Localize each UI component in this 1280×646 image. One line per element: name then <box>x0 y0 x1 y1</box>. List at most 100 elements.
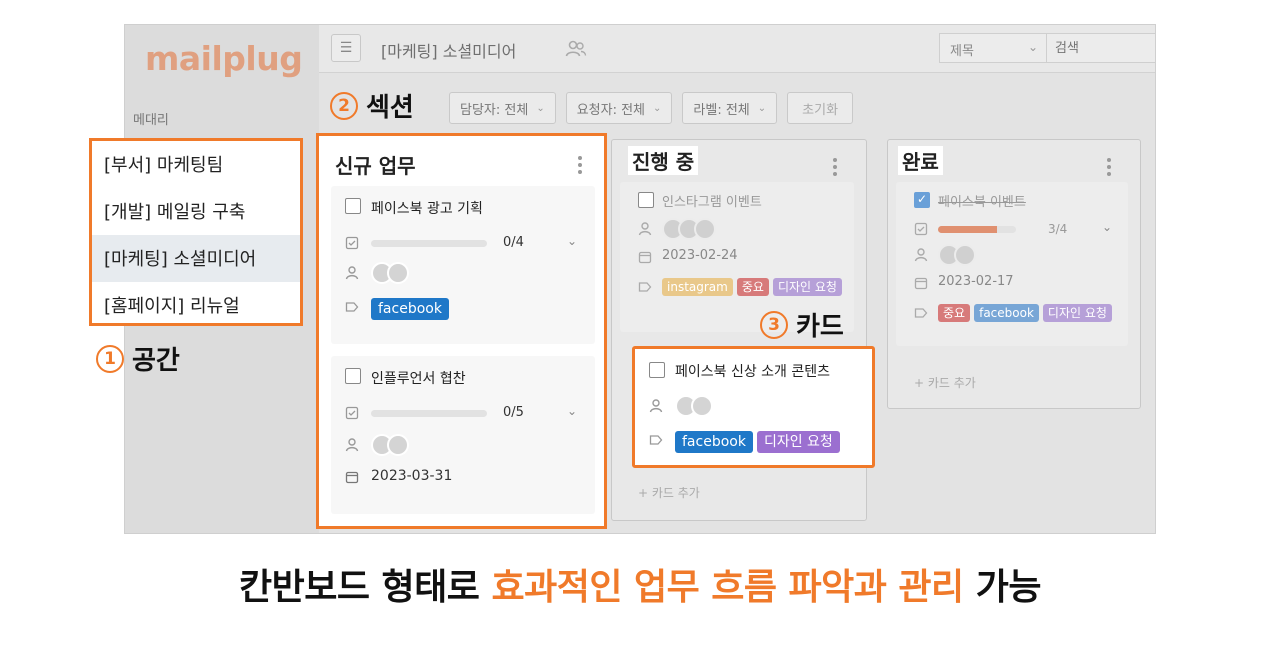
menu-collapse-icon[interactable]: ☰ <box>331 34 361 62</box>
calendar-icon <box>914 277 928 290</box>
card-checkbox-checked[interactable]: ✓ <box>914 192 930 208</box>
assignee-filter-label: 담당자: 전체 <box>460 102 529 118</box>
label-icon <box>914 308 928 318</box>
card-facebook-ad[interactable]: 페이스북 광고 기획 0/4 ⌄ facebook <box>331 186 595 344</box>
due-date: 2023-03-31 <box>371 468 453 484</box>
tag: facebook <box>371 298 449 320</box>
reset-button[interactable]: 초기화 <box>787 92 854 124</box>
column-title: 완료 <box>898 146 943 175</box>
headline-accent: 효과적인 업무 흐름 파악과 관리 <box>491 567 964 608</box>
assignee-avatars <box>371 434 409 456</box>
headline-post: 가능 <box>963 567 1042 608</box>
assignee-filter[interactable]: 담당자: 전체 ⌄ <box>449 92 556 124</box>
callout-label: 카드 <box>796 312 844 342</box>
headline-pre: 칸반보드 형태로 <box>239 567 492 608</box>
column-menu-icon[interactable] <box>1102 158 1116 176</box>
person-icon <box>649 399 663 413</box>
callout-label: 섹션 <box>366 93 414 123</box>
checklist-count: 0/4 <box>503 235 524 250</box>
space-item-mailing-dev[interactable]: [개발] 메일링 구축 <box>92 188 300 235</box>
tag: 디자인 요청 <box>756 431 840 453</box>
card-facebook-event[interactable]: ✓ 페이스북 이벤트 3/4 ⌄ 2023-02-17 중요 facebook … <box>896 182 1128 346</box>
chevron-down-icon[interactable]: ⌄ <box>567 404 577 418</box>
logo: mailplug <box>145 39 303 78</box>
space-item-marketing-team[interactable]: [부서] 마케팅팀 <box>92 141 300 188</box>
checklist-count: 0/5 <box>503 405 524 420</box>
card-checkbox[interactable] <box>345 368 361 384</box>
card-title: 인스타그램 이벤트 <box>662 195 762 210</box>
chevron-down-icon: ⌄ <box>757 102 767 114</box>
topbar: ☰ [마케팅] 소셜미디어 제목 ⌄ <box>319 25 1155 73</box>
column-title: 진행 중 <box>628 146 699 175</box>
column-menu-icon[interactable] <box>573 156 587 174</box>
tag: instagram <box>662 278 733 296</box>
label-icon <box>638 282 652 292</box>
callout-number: 2 <box>330 91 358 120</box>
card-tags: facebook 디자인 요청 <box>675 431 840 453</box>
column-new: 신규 업무 페이스북 광고 기획 0/4 ⌄ facebook 인플루언서 협찬… <box>316 133 607 529</box>
card-tags: 중요 facebook 디자인 요청 <box>938 304 1128 322</box>
assignee-avatars <box>675 395 713 417</box>
chevron-down-icon[interactable]: ⌄ <box>1102 220 1112 234</box>
search-input[interactable] <box>1047 33 1155 63</box>
label-icon <box>649 435 663 445</box>
column-done: ✓ 페이스북 이벤트 3/4 ⌄ 2023-02-17 중요 facebook … <box>887 139 1141 409</box>
sidebar-label: 메대리 <box>133 113 169 128</box>
person-icon <box>345 266 359 280</box>
assignee-avatars <box>371 262 409 284</box>
filter-bar: 담당자: 전체 ⌄ 요청자: 전체 ⌄ 라벨: 전체 ⌄ 초기화 <box>449 92 854 124</box>
assignee-avatars <box>938 244 976 266</box>
person-icon <box>345 438 359 452</box>
assignee-avatars <box>662 218 716 240</box>
column-title: 신규 업무 <box>335 154 416 178</box>
callout-number: 3 <box>760 310 788 339</box>
search-field-select[interactable]: 제목 ⌄ <box>939 33 1047 63</box>
label-icon <box>345 302 359 312</box>
label-filter[interactable]: 라벨: 전체 ⌄ <box>682 92 778 124</box>
callout-label: 공간 <box>132 346 180 376</box>
people-icon[interactable] <box>565 39 587 59</box>
callout-section: 2 섹션 <box>330 87 414 124</box>
add-card-button[interactable]: + 카드 추가 <box>914 374 976 391</box>
checklist-progress <box>371 240 487 247</box>
avatar <box>694 218 716 240</box>
avatar <box>691 395 713 417</box>
requester-filter[interactable]: 요청자: 전체 ⌄ <box>565 92 673 124</box>
space-list: [부서] 마케팅팀 [개발] 메일링 구축 [마케팅] 소셜미디어 [홈페이지]… <box>89 138 303 326</box>
headline: 칸반보드 형태로 효과적인 업무 흐름 파악과 관리 가능 <box>0 558 1280 610</box>
chevron-down-icon[interactable]: ⌄ <box>567 234 577 248</box>
chevron-down-icon: ⌄ <box>653 102 662 114</box>
space-item-social-media[interactable]: [마케팅] 소셜미디어 <box>92 235 300 282</box>
tag: facebook <box>974 304 1039 322</box>
card-influencer[interactable]: 인플루언서 협찬 0/5 ⌄ 2023-03-31 <box>331 356 595 514</box>
space-item-homepage[interactable]: [홈페이지] 리뉴얼 <box>92 282 300 329</box>
card-title: 페이스북 광고 기획 <box>371 201 483 217</box>
card-checkbox[interactable] <box>649 362 665 378</box>
checklist-icon <box>345 406 359 420</box>
checklist-icon <box>914 222 928 236</box>
due-date: 2023-02-24 <box>662 248 738 263</box>
add-card-button[interactable]: + 카드 추가 <box>638 484 700 501</box>
checklist-progress <box>371 410 487 417</box>
requester-filter-label: 요청자: 전체 <box>576 102 646 118</box>
callout-card: 3 카드 <box>760 306 844 343</box>
checklist-progress <box>938 226 1016 233</box>
label-filter-label: 라벨: 전체 <box>693 102 750 118</box>
card-tags: facebook <box>371 298 449 320</box>
card-tags: instagram 중요 디자인 요청 <box>662 278 842 296</box>
avatar <box>387 434 409 456</box>
card-checkbox[interactable] <box>638 192 654 208</box>
column-menu-icon[interactable] <box>828 158 842 176</box>
tag: 중요 <box>736 278 769 296</box>
card-title: 페이스북 신상 소개 콘텐츠 <box>675 364 831 380</box>
card-facebook-new-product[interactable]: 페이스북 신상 소개 콘텐츠 facebook 디자인 요청 <box>632 346 875 468</box>
calendar-icon <box>638 251 652 264</box>
card-title: 페이스북 이벤트 <box>938 195 1026 210</box>
callout-space: 1 공간 <box>96 340 180 377</box>
calendar-icon <box>345 471 359 484</box>
card-checkbox[interactable] <box>345 198 361 214</box>
chevron-down-icon: ⌄ <box>1027 40 1038 54</box>
search-field-value: 제목 <box>950 44 974 59</box>
card-title: 인플루언서 협찬 <box>371 371 466 387</box>
avatar <box>954 244 976 266</box>
